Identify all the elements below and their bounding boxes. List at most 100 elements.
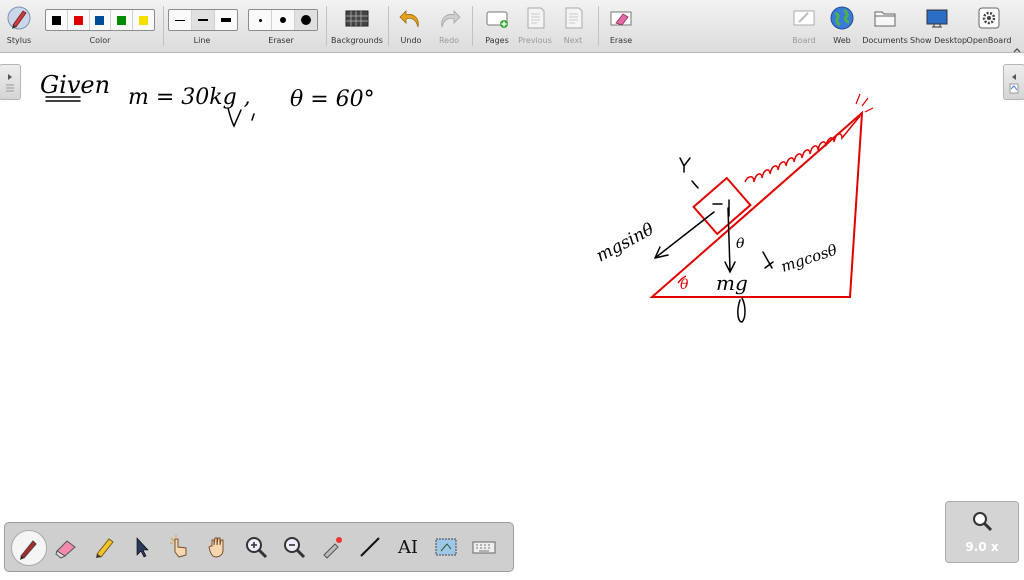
eraser-group: Eraser: [244, 2, 318, 48]
capture-tool-button[interactable]: [429, 530, 463, 564]
redo-arrow-icon: [441, 10, 461, 28]
zoom-in-icon: [246, 537, 268, 559]
incline-theta-label: θ: [680, 277, 689, 293]
mgcos-label: mgcosθ: [779, 241, 840, 276]
force-arrows: [45, 96, 774, 323]
mg-label: mg: [716, 271, 748, 295]
eraser-small[interactable]: [249, 10, 272, 30]
collapse-toolbar-icon[interactable]: [1013, 40, 1021, 53]
interact-tool-button[interactable]: [163, 530, 197, 564]
color-black[interactable]: [46, 10, 68, 30]
web-button[interactable]: Web: [826, 2, 858, 48]
pen-icon: [20, 540, 37, 560]
color-label: Color: [89, 36, 111, 45]
stylus-icon: [7, 6, 31, 30]
previous-page-icon: [527, 7, 545, 29]
zoom-out-tool-button[interactable]: [277, 530, 311, 564]
documents-button[interactable]: Documents: [862, 2, 908, 48]
eraser-tool-button[interactable]: [49, 530, 83, 564]
add-page-icon: [486, 11, 508, 28]
pointing-hand-icon: [170, 535, 187, 558]
keyboard-tool-button[interactable]: [467, 530, 501, 564]
block: [692, 176, 752, 236]
openboard-label: OpenBoard: [966, 36, 1012, 45]
text-tool-button[interactable]: AI: [391, 530, 425, 564]
pen-tool-button[interactable]: [11, 530, 47, 566]
eraser-medium[interactable]: [272, 10, 295, 30]
color-green-chip: [117, 15, 127, 25]
stylus-label: Stylus: [6, 36, 32, 45]
zoom-indicator[interactable]: 9.0 x: [945, 501, 1019, 563]
color-red[interactable]: [68, 10, 90, 30]
next-label: Next: [563, 36, 583, 45]
backgrounds-label: Backgrounds: [331, 36, 383, 45]
color-yellow-chip: [139, 15, 149, 25]
redo-label: Redo: [438, 36, 460, 45]
undo-label: Undo: [400, 36, 422, 45]
line-thin[interactable]: [169, 10, 192, 30]
laser-tool-button[interactable]: [315, 530, 349, 564]
folder-icon: [874, 11, 896, 27]
hand-tool-button[interactable]: [201, 530, 235, 564]
line-thick[interactable]: [215, 10, 237, 30]
line-icon: [360, 537, 380, 557]
separator: [326, 6, 327, 46]
color-blue[interactable]: [90, 10, 112, 30]
board-icon: [793, 10, 815, 26]
zoom-in-tool-button[interactable]: [239, 530, 273, 564]
whiteboard-canvas[interactable]: Given m = 30kg , θ = 60° mgsinθ mgcosθ m…: [0, 53, 1024, 576]
show-desktop-button[interactable]: Show Desktop: [910, 2, 968, 48]
backgrounds-button[interactable]: Backgrounds: [330, 2, 384, 48]
line-label: Line: [193, 36, 211, 45]
marker-tool-button[interactable]: [87, 530, 121, 564]
previous-button[interactable]: Previous: [516, 2, 554, 48]
documents-label: Documents: [862, 36, 908, 45]
eraser-size-selector: [248, 9, 318, 31]
board-button[interactable]: Board: [788, 2, 820, 48]
keyboard-icon: [472, 541, 496, 554]
eraser-large[interactable]: [295, 10, 317, 30]
color-red-chip: [73, 15, 83, 25]
erase-button[interactable]: Erase: [604, 2, 638, 48]
laser-pointer-icon: [323, 537, 342, 559]
text-icon: AI: [397, 536, 419, 558]
line-width-selector: [168, 9, 238, 31]
gear-icon: [978, 7, 1000, 29]
separator: [598, 6, 599, 46]
board-label: Board: [792, 36, 816, 45]
next-page-icon: [565, 7, 583, 29]
line-tool-button[interactable]: [353, 530, 387, 564]
pages-button[interactable]: Pages: [480, 2, 514, 48]
tools-palette: AI: [4, 522, 514, 572]
show-desktop-label: Show Desktop: [910, 36, 968, 45]
stylus-button[interactable]: Stylus: [4, 2, 34, 48]
separator: [472, 6, 473, 46]
zoom-out-icon: [284, 537, 306, 559]
mass-text: m = 30kg ,: [128, 85, 251, 110]
wall-hatching: [855, 93, 874, 113]
color-group: Color: [40, 2, 160, 48]
board-drawing: Given m = 30kg , θ = 60° mgsinθ mgcosθ m…: [40, 71, 874, 323]
line-medium[interactable]: [192, 10, 215, 30]
web-label: Web: [833, 36, 851, 45]
openboard-menu-button[interactable]: OpenBoard: [966, 2, 1012, 48]
eraser-icon: [55, 540, 76, 559]
erase-board-icon: [610, 11, 632, 26]
color-yellow[interactable]: [133, 10, 154, 30]
undo-button[interactable]: Undo: [394, 2, 428, 48]
globe-icon: [830, 6, 854, 30]
undo-arrow-icon: [399, 10, 419, 28]
color-green[interactable]: [111, 10, 134, 30]
selector-tool-button[interactable]: [125, 530, 159, 564]
capture-icon: [435, 538, 457, 556]
separator: [388, 6, 389, 46]
line-group: Line: [166, 2, 238, 48]
arrow-cursor-icon: [136, 537, 149, 558]
redo-button[interactable]: Redo: [432, 2, 466, 48]
block-theta-label: θ: [736, 236, 745, 252]
zoom-value: 9.0 x: [965, 540, 999, 554]
erase-label: Erase: [609, 36, 633, 45]
next-button[interactable]: Next: [556, 2, 590, 48]
zoom-magnifier-icon: [973, 512, 993, 532]
hand-icon: [208, 537, 224, 558]
